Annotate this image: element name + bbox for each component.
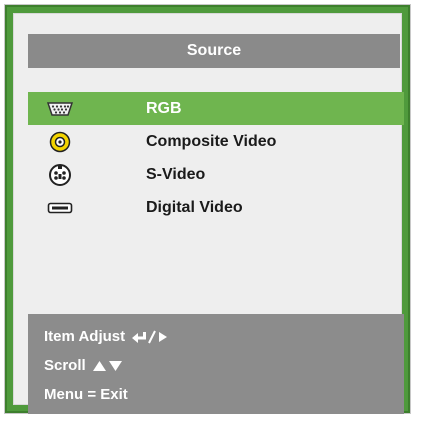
source-item-rgb[interactable]: RGB <box>28 92 404 125</box>
menu-title: Source <box>28 34 400 68</box>
help-item-adjust: Item Adjust <box>44 322 404 351</box>
source-label-composite-video: Composite Video <box>146 132 277 150</box>
source-item-digital-video[interactable]: Digital Video <box>28 191 404 224</box>
source-item-s-video[interactable]: S-Video <box>28 158 404 191</box>
hdmi-connector-icon <box>46 197 74 219</box>
source-label-digital-video: Digital Video <box>146 198 243 216</box>
osd-panel: Source RGB Composite Video S-Video Digit… <box>13 13 404 414</box>
source-label-s-video: S-Video <box>146 165 206 183</box>
source-list: RGB Composite Video S-Video Digital Vide… <box>28 92 404 224</box>
up-down-icon <box>91 359 125 373</box>
vga-connector-icon <box>46 98 74 120</box>
help-item-adjust-label: Item Adjust <box>44 328 126 345</box>
composite-rca-icon <box>46 131 74 153</box>
help-scroll-label: Scroll <box>44 357 86 374</box>
help-menu-exit: Menu = Exit <box>44 380 404 409</box>
help-menu-exit-label: Menu = Exit <box>44 386 128 403</box>
s-video-connector-icon <box>46 163 74 186</box>
enter-right-icon <box>130 330 170 344</box>
source-label-rgb: RGB <box>146 99 182 117</box>
help-scroll: Scroll <box>44 351 404 380</box>
help-panel: Item Adjust Scroll Menu = Exit <box>28 314 404 414</box>
osd-frame: Source RGB Composite Video S-Video Digit… <box>5 5 410 414</box>
source-item-composite-video[interactable]: Composite Video <box>28 125 404 158</box>
